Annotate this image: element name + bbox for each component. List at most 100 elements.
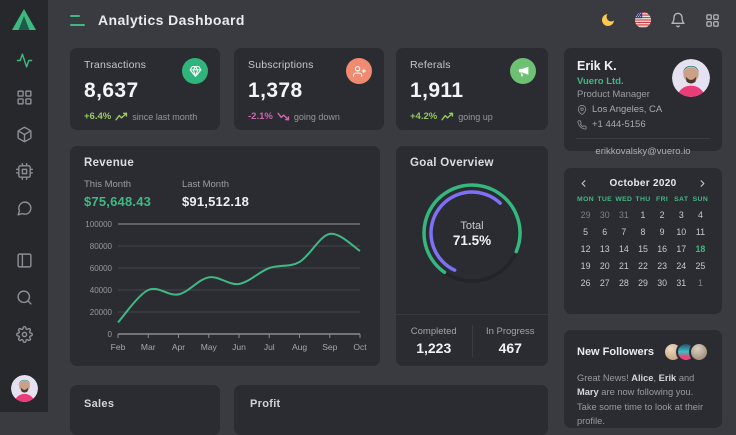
stat-icon-badge: [510, 58, 536, 84]
subscriptions-card: Subscriptions 1,378 -2.1% going down: [234, 48, 384, 130]
goal-overview-card: Goal Overview Total 71.5% Completed 1,22…: [396, 146, 548, 366]
calendar-card: October 2020 MONTUEWEDTHUFRISATSUN293031…: [564, 168, 722, 314]
calendar-weekday: FRI: [653, 196, 672, 203]
svg-text:Jun: Jun: [232, 342, 246, 352]
page-title: Analytics Dashboard: [98, 12, 245, 28]
box-icon[interactable]: [16, 126, 33, 143]
stat-icon-badge: [346, 58, 372, 84]
calendar-day[interactable]: 22: [633, 261, 652, 271]
calendar-day[interactable]: 14: [614, 244, 633, 254]
calendar-day[interactable]: 26: [576, 278, 595, 288]
follower-name[interactable]: Erik: [659, 373, 677, 383]
sidebar-nav: [16, 52, 33, 217]
stat-value: 8,637: [84, 79, 206, 103]
calendar-day[interactable]: 6: [595, 227, 614, 237]
stat-value: 1,378: [248, 79, 370, 103]
calendar-day[interactable]: 11: [691, 227, 710, 237]
chat-icon[interactable]: [16, 200, 33, 217]
calendar-month-title: October 2020: [589, 178, 697, 189]
map-pin-icon: [577, 105, 587, 115]
sales-title: Sales: [84, 398, 206, 410]
calendar-day[interactable]: 23: [653, 261, 672, 271]
sidebar: [0, 0, 48, 412]
inprogress-label: In Progress: [473, 326, 549, 337]
calendar-day[interactable]: 19: [576, 261, 595, 271]
sidebar-user-avatar[interactable]: [11, 375, 38, 402]
stat-trend: -2.1% going down: [248, 111, 370, 122]
calendar-day[interactable]: 12: [576, 244, 595, 254]
calendar-day[interactable]: 20: [595, 261, 614, 271]
calendar-day-selected[interactable]: 18: [691, 244, 710, 254]
calendar-day[interactable]: 31: [672, 278, 691, 288]
svg-text:20000: 20000: [90, 308, 113, 317]
profile-email[interactable]: erikkovalsky@vuero.io: [577, 146, 709, 157]
calendar-weekday: THU: [633, 196, 652, 203]
follower-name[interactable]: Alice: [631, 373, 653, 383]
follower-avatar[interactable]: [689, 342, 709, 362]
svg-text:Total: Total: [460, 220, 483, 232]
activity-icon[interactable]: [16, 52, 33, 69]
calendar-day[interactable]: 10: [672, 227, 691, 237]
calendar-day[interactable]: 3: [672, 210, 691, 220]
follower-name[interactable]: Mary: [577, 387, 599, 397]
calendar-day[interactable]: 17: [672, 244, 691, 254]
calendar-day[interactable]: 24: [672, 261, 691, 271]
chevron-left-icon[interactable]: [578, 178, 589, 189]
apps-icon[interactable]: [705, 13, 720, 28]
profit-card: Profit: [234, 385, 548, 435]
calendar-day[interactable]: 2: [653, 210, 672, 220]
grid-icon[interactable]: [16, 89, 33, 106]
calendar-day[interactable]: 21: [614, 261, 633, 271]
calendar-day[interactable]: 29: [576, 210, 595, 220]
moon-icon[interactable]: [600, 12, 616, 28]
gem-icon: [189, 65, 202, 78]
bell-icon[interactable]: [670, 12, 686, 28]
calendar-day[interactable]: 30: [595, 210, 614, 220]
panel-icon[interactable]: [16, 252, 33, 269]
new-followers-card: New Followers Great News! Alice, Erik an…: [564, 330, 722, 428]
menu-icon[interactable]: [70, 15, 85, 26]
calendar-day[interactable]: 13: [595, 244, 614, 254]
calendar-day[interactable]: 16: [653, 244, 672, 254]
us-flag-icon[interactable]: [635, 12, 651, 28]
stat-icon-badge: [182, 58, 208, 84]
svg-text:71.5%: 71.5%: [453, 233, 491, 248]
svg-text:0: 0: [108, 330, 113, 339]
calendar-day[interactable]: 8: [633, 227, 652, 237]
calendar-weekday: WED: [614, 196, 633, 203]
calendar-day[interactable]: 7: [614, 227, 633, 237]
calendar-day[interactable]: 9: [653, 227, 672, 237]
cpu-icon[interactable]: [16, 163, 33, 180]
settings-icon[interactable]: [16, 326, 33, 343]
chevron-right-icon[interactable]: [697, 178, 708, 189]
divider: [576, 138, 710, 139]
calendar-day[interactable]: 30: [653, 278, 672, 288]
sidebar-bottom: [11, 252, 38, 402]
calendar-day[interactable]: 1: [633, 210, 652, 220]
trend-percent: +6.4%: [84, 111, 111, 122]
calendar-day[interactable]: 1: [691, 278, 710, 288]
calendar-day[interactable]: 5: [576, 227, 595, 237]
stat-trend: +4.2% going up: [410, 111, 534, 122]
trend-up-icon: [115, 112, 128, 121]
calendar-header: October 2020: [576, 177, 710, 196]
calendar-weekday: MON: [576, 196, 595, 203]
calendar-day[interactable]: 28: [614, 278, 633, 288]
calendar-day[interactable]: 29: [633, 278, 652, 288]
svg-text:Aug: Aug: [292, 342, 307, 352]
calendar-weekday: SAT: [672, 196, 691, 203]
inprogress-value: 467: [473, 340, 549, 356]
profile-phone: +1 444-5156: [592, 119, 646, 130]
calendar-day[interactable]: 15: [633, 244, 652, 254]
app-logo-icon[interactable]: [11, 8, 37, 32]
calendar-day[interactable]: 4: [691, 210, 710, 220]
calendar-day[interactable]: 27: [595, 278, 614, 288]
trend-note: since last month: [132, 112, 197, 122]
search-icon[interactable]: [16, 289, 33, 306]
svg-text:Feb: Feb: [111, 342, 126, 352]
calendar-day[interactable]: 25: [691, 261, 710, 271]
svg-text:Mar: Mar: [141, 342, 156, 352]
calendar-day[interactable]: 31: [614, 210, 633, 220]
follower-avatars: [663, 342, 709, 362]
profile-avatar[interactable]: [672, 59, 710, 97]
